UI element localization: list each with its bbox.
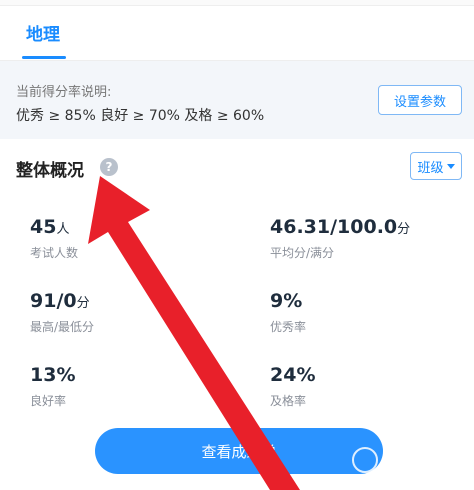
stat-value: 91/0 [30, 290, 77, 312]
score-rate-values: 优秀 ≥ 85% 良好 ≥ 70% 及格 ≥ 60% [16, 108, 265, 124]
caret-down-icon [446, 164, 455, 169]
stat-value: 9% [270, 290, 303, 312]
stat-exam-count: 45人 考试人数 [30, 216, 78, 261]
stat-unit: 分 [397, 222, 411, 237]
stat-high-low-score: 91/0分 最高/最低分 [30, 290, 94, 335]
stat-label: 及格率 [270, 394, 307, 408]
watermark-text: 经验 [384, 451, 415, 470]
stat-unit: 分 [76, 296, 90, 311]
tab-geography[interactable]: 地理 [26, 20, 60, 45]
stat-label: 优秀率 [270, 320, 307, 334]
overview-title: 整体概况 [16, 161, 84, 181]
view-report-card-button[interactable]: 查看成绩单 [95, 428, 383, 474]
status-bar-strip [0, 0, 474, 6]
stat-label: 考试人数 [30, 246, 79, 260]
stat-average-score: 46.31/100.0分 平均分/满分 [270, 216, 410, 261]
stat-value: 13% [30, 364, 76, 386]
class-filter-label: 班级 [417, 160, 444, 176]
stat-value: 45 [30, 216, 57, 238]
stat-unit: 人 [56, 222, 70, 237]
stat-label: 平均分/满分 [270, 246, 335, 260]
stat-pass-rate: 24% 及格率 [270, 364, 315, 409]
stat-label: 最高/最低分 [30, 320, 95, 334]
watermark: 经验 [352, 440, 468, 480]
score-rate-title: 当前得分率说明: [16, 85, 112, 100]
stat-good-rate: 13% 良好率 [30, 364, 75, 409]
stat-value: 24% [270, 364, 316, 386]
set-parameters-button[interactable]: 设置参数 [378, 85, 462, 115]
help-icon[interactable]: ? [100, 158, 118, 176]
tab-active-indicator [22, 56, 66, 59]
class-filter-dropdown[interactable]: 班级 [410, 152, 462, 180]
stat-excellent-rate: 9% 优秀率 [270, 290, 306, 335]
stat-label: 良好率 [30, 394, 67, 408]
score-rate-panel: 当前得分率说明: 优秀 ≥ 85% 良好 ≥ 70% 及格 ≥ 60% 设置参数 [0, 61, 474, 139]
stat-value: 46.31/100.0 [270, 216, 398, 238]
paw-logo-icon [352, 447, 378, 473]
